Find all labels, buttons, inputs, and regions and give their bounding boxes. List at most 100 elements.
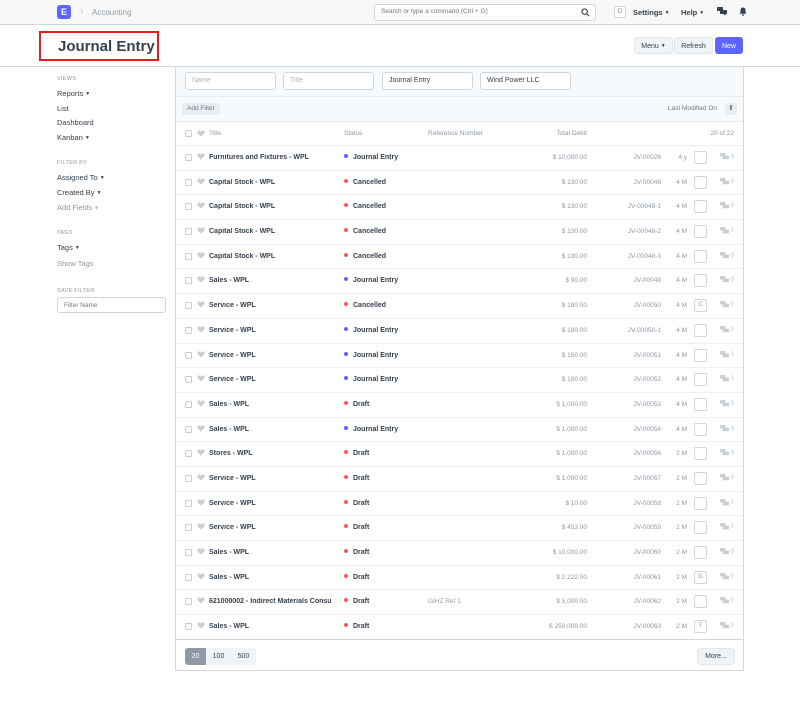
add-filter-button[interactable]: Add Filter <box>182 103 220 115</box>
row-title[interactable]: Capital Stock - WPL <box>209 179 337 186</box>
row-checkbox[interactable] <box>185 277 192 285</box>
row-checkbox[interactable] <box>185 228 192 236</box>
table-row[interactable]: Sales - WPL Journal Entry $ 90.00 JV-00049 4… <box>176 269 743 295</box>
table-row[interactable]: Service - WPL Draft $ 453.00 JV-00059 2 M 0 <box>176 516 743 541</box>
row-checkbox[interactable] <box>185 499 192 507</box>
help-dropdown[interactable]: Help ▼ <box>681 8 704 17</box>
breadcrumb-accounting[interactable]: Accounting <box>92 8 132 17</box>
row-title[interactable]: Sales - WPL <box>209 401 337 408</box>
table-row[interactable]: Service - WPL Draft $ 10.00 JV-00058 2 M 0 <box>176 492 743 517</box>
heart-icon[interactable] <box>197 326 205 333</box>
sidebar-item-add-fields[interactable]: Add Fields + <box>57 203 99 212</box>
avatar[interactable]: T <box>694 620 707 634</box>
row-checkbox[interactable] <box>185 425 192 433</box>
sidebar-item-show-tags[interactable]: Show Tags <box>57 259 94 268</box>
settings-dropdown[interactable]: Settings ▼ <box>633 8 670 17</box>
heart-icon[interactable] <box>197 548 205 555</box>
heart-icon[interactable] <box>197 499 205 506</box>
table-row[interactable]: Service - WPL Journal Entry $ 180.00 JV-000… <box>176 319 743 344</box>
table-row[interactable]: Sales - WPL Draft $ 1,000.00 JV-00053 4 M 0 <box>176 393 743 418</box>
row-title[interactable]: Capital Stock - WPL <box>209 203 337 210</box>
awesomebar[interactable] <box>374 4 596 21</box>
heart-icon[interactable] <box>197 153 205 160</box>
heart-icon[interactable] <box>197 573 205 580</box>
heart-icon[interactable] <box>197 474 205 481</box>
avatar[interactable] <box>694 373 707 387</box>
avatar[interactable] <box>694 348 707 362</box>
table-row[interactable]: Capital Stock - WPL Cancelled $ 130.00 JV-0… <box>176 245 743 270</box>
table-row[interactable]: Service - WPL Cancelled $ 180.00 JV-00050 4 … <box>176 294 743 319</box>
avatar[interactable] <box>694 323 707 337</box>
row-checkbox[interactable] <box>185 376 192 384</box>
avatar[interactable] <box>694 595 707 609</box>
row-title[interactable]: 621000002 - Indirect Materials Consu <box>209 598 337 605</box>
table-row[interactable]: Sales - WPL Draft $ 10,000.00 JV-00060 2 M 0 <box>176 541 743 566</box>
row-checkbox[interactable] <box>185 252 192 260</box>
row-title[interactable]: Sales - WPL <box>209 623 337 630</box>
sort-order-icon[interactable]: ⬆ <box>725 103 737 115</box>
notifications-bell-icon[interactable] <box>739 7 747 16</box>
name-filter-input[interactable]: Name <box>185 72 276 90</box>
row-checkbox[interactable] <box>185 302 192 310</box>
row-title[interactable]: Service - WPL <box>209 376 337 383</box>
table-row[interactable]: Stores - WPL Draft $ 1,000.00 JV-00056 2 M 0 <box>176 442 743 467</box>
heart-icon[interactable] <box>197 424 205 432</box>
heart-icon[interactable] <box>197 202 205 209</box>
avatar[interactable] <box>694 521 707 535</box>
table-row[interactable]: Sales - WPL Draft $ 2,222.00 JV-00061 2 M G 0 <box>176 566 743 591</box>
avatar[interactable] <box>694 225 707 239</box>
company-filter-input[interactable]: Wind Power LLC <box>480 72 571 90</box>
avatar[interactable] <box>694 151 707 164</box>
avatar[interactable] <box>694 249 707 263</box>
row-title[interactable]: Stores - WPL <box>209 450 337 457</box>
avatar[interactable] <box>694 447 707 461</box>
sidebar-item-kanban[interactable]: Kanban ▼ <box>57 133 90 142</box>
row-title[interactable]: Sales - WPL <box>209 426 337 433</box>
row-checkbox[interactable] <box>185 450 192 458</box>
row-checkbox[interactable] <box>185 549 192 556</box>
select-all-checkbox[interactable] <box>185 130 192 137</box>
row-title[interactable]: Service - WPL <box>209 327 337 334</box>
row-title[interactable]: Service - WPL <box>209 500 337 507</box>
table-row[interactable]: Sales - WPL Draft $ 250,000.00 JV-00063 2 M T… <box>176 615 743 640</box>
page-size-100[interactable]: 100 <box>206 648 231 665</box>
row-checkbox[interactable] <box>185 524 192 532</box>
heart-icon[interactable] <box>197 130 205 137</box>
table-row[interactable]: 621000002 - Indirect Materials Consu Draf… <box>176 590 743 616</box>
row-checkbox[interactable] <box>185 351 192 359</box>
heart-icon[interactable] <box>197 449 205 456</box>
page-size-500[interactable]: 500 <box>231 648 256 665</box>
search-input[interactable] <box>381 8 571 15</box>
row-title[interactable]: Furnitures and Fixtures - WPL <box>209 154 337 161</box>
row-checkbox[interactable] <box>185 178 192 186</box>
row-checkbox[interactable] <box>185 326 192 334</box>
sort-selector[interactable]: Last Modified On <box>668 105 717 112</box>
row-title[interactable]: Sales - WPL <box>209 549 337 556</box>
avatar[interactable]: G <box>694 570 707 584</box>
heart-icon[interactable] <box>197 276 205 284</box>
avatar[interactable] <box>694 175 707 189</box>
row-title[interactable]: Capital Stock - WPL <box>209 228 337 235</box>
refresh-button[interactable]: Refresh <box>674 37 713 54</box>
row-title[interactable]: Capital Stock - WPL <box>209 253 337 260</box>
avatar[interactable] <box>694 397 707 411</box>
row-checkbox[interactable] <box>185 573 192 581</box>
table-row[interactable]: Capital Stock - WPL Cancelled $ 130.00 JV-0… <box>176 171 743 196</box>
row-title[interactable]: Sales - WPL <box>209 574 337 581</box>
title-filter-input[interactable]: Title <box>283 72 374 90</box>
table-row[interactable]: Service - WPL Draft $ 1,000.00 JV-00057 2 M 0 <box>176 467 743 492</box>
table-row[interactable]: Sales - WPL Journal Entry $ 1,000.00 JV-000… <box>176 418 743 443</box>
heart-icon[interactable] <box>197 375 205 382</box>
row-title[interactable]: Service - WPL <box>209 524 337 531</box>
heart-icon[interactable] <box>197 597 205 604</box>
row-checkbox[interactable] <box>185 400 192 408</box>
row-title[interactable]: Service - WPL <box>209 302 337 309</box>
avatar[interactable] <box>694 422 707 436</box>
app-logo[interactable]: E <box>57 5 71 19</box>
row-title[interactable]: Service - WPL <box>209 352 337 359</box>
row-checkbox[interactable] <box>185 203 192 211</box>
doctype-filter-input[interactable]: Journal Entry <box>382 72 473 90</box>
new-button[interactable]: New <box>715 37 743 54</box>
row-checkbox[interactable] <box>185 474 192 482</box>
avatar[interactable]: C <box>694 299 707 313</box>
